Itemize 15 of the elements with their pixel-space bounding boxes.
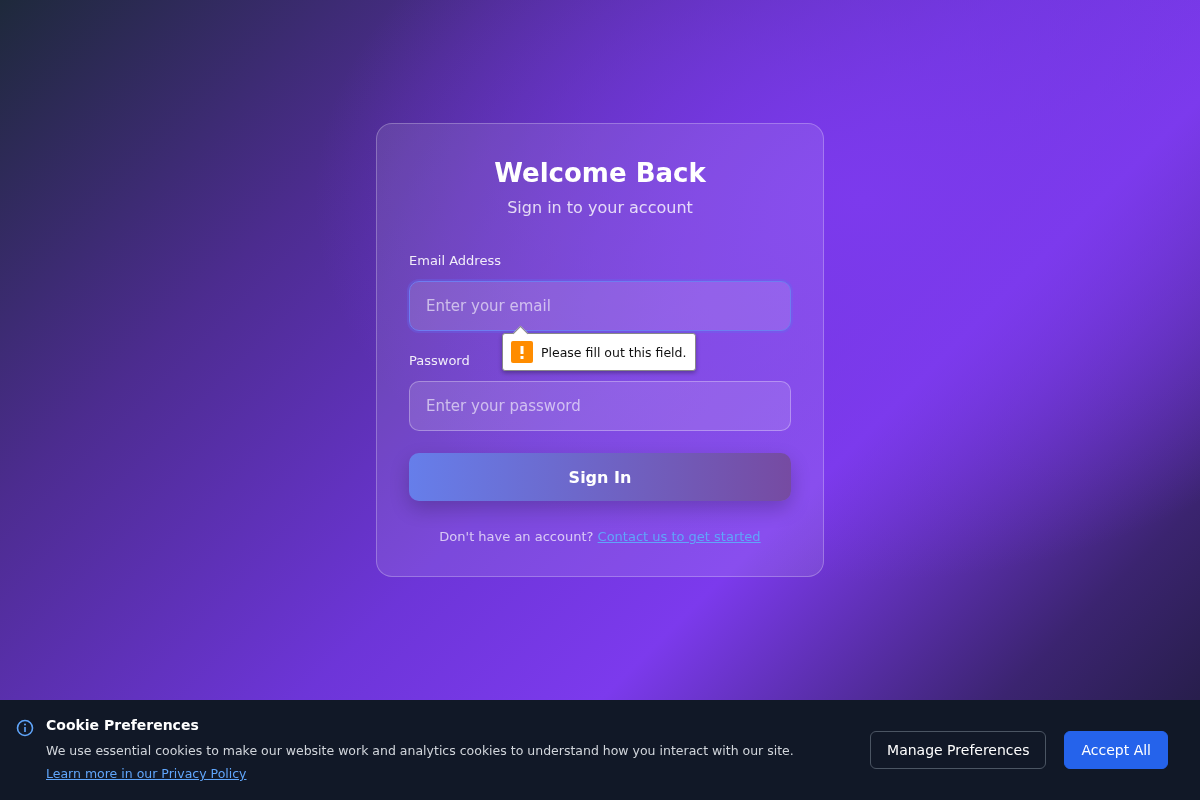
email-field[interactable]: Enter your email xyxy=(409,281,791,331)
warning-icon xyxy=(511,341,533,363)
signup-prompt: Don't have an account? Contact us to get started xyxy=(438,529,762,544)
accept-button[interactable]: Accept All xyxy=(1064,731,1168,769)
manage-button[interactable]: Manage Preferences xyxy=(870,731,1047,769)
cookie-text: We use essential cookies to make our website work and analytics cookies to understand how you interact with our site. Learn more in our Privacy Policy xyxy=(46,742,795,783)
field-label: Email Address xyxy=(409,253,502,268)
field-label: Password xyxy=(409,353,471,368)
login-subtitle: Sign in to your account xyxy=(506,198,694,217)
info-icon xyxy=(16,719,34,737)
login-title: Welcome Back xyxy=(493,158,707,188)
cookie-title: Cookie Preferences xyxy=(46,717,200,733)
sign-in-button[interactable]: Sign In xyxy=(409,453,791,501)
tooltip-text: Please fill out this field. xyxy=(541,344,687,360)
privacy-link[interactable]: Learn more in our Privacy Policy xyxy=(46,766,247,781)
